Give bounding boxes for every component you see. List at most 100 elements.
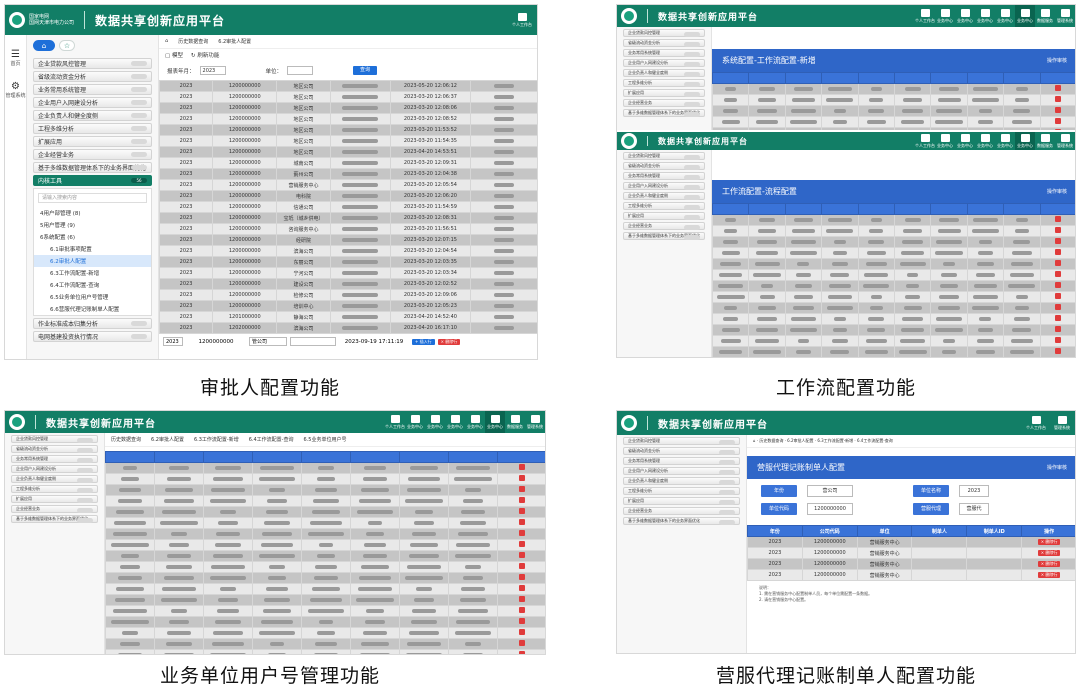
sidebar-item[interactable]: 工程多维分析 — [623, 487, 740, 495]
table-row[interactable]: 2023 1200000000 地区公司 2023-03-20 12:08:06 — [159, 102, 537, 114]
crumb[interactable]: 历史数据查询 — [111, 436, 141, 443]
table-row[interactable] — [712, 116, 1075, 128]
last-row-approver[interactable] — [290, 337, 336, 346]
sidebar-item[interactable]: 企业经营业务 — [623, 222, 705, 230]
sidebar-item[interactable]: 企业贷款风控管理 — [33, 58, 152, 69]
top-nav-button[interactable]: 管理系统 — [525, 411, 545, 433]
sidebar-item-core-tools[interactable]: 内核工具 56 — [33, 175, 152, 186]
table-row[interactable]: 2023 1200000000 营销服务中心 2023-03-20 12:05:54 — [159, 179, 537, 191]
table-row[interactable] — [105, 517, 545, 529]
top-nav-button[interactable]: 个人工作台 — [915, 5, 935, 27]
unit-input[interactable]: 营公司 — [807, 485, 853, 497]
delete-row-button[interactable] — [1055, 260, 1062, 266]
table-row[interactable] — [105, 649, 545, 654]
zone-input[interactable]: 营服代 — [959, 503, 989, 515]
table-row[interactable] — [105, 594, 545, 606]
home-icon[interactable]: ⌂ — [165, 38, 168, 45]
sidebar-item[interactable]: 省级流动资金分析 — [623, 447, 740, 455]
tab-home[interactable]: ⌂ — [33, 40, 55, 51]
table-row[interactable] — [712, 127, 1075, 130]
delete-row-button[interactable] — [1055, 348, 1062, 354]
delete-row-button[interactable] — [1055, 238, 1062, 244]
delete-row-button[interactable] — [1055, 85, 1062, 91]
sidebar-item[interactable]: 业务常用系统管理 — [33, 84, 152, 95]
table-row[interactable] — [105, 583, 545, 595]
table-row[interactable]: 2023 1200000000 宁河公司 2023-03-20 12:03:34 — [159, 267, 537, 279]
delete-row-button[interactable] — [519, 464, 525, 470]
table-row[interactable]: 2023 1200000000 建设公司 2023-03-20 12:02:52 — [159, 278, 537, 290]
table-row[interactable]: 2023 1200000000 滨海公司 2023-03-20 12:04:54 — [159, 245, 537, 257]
table-row[interactable]: 2023 1200000000 信通公司 2023-03-20 11:54:59 — [159, 201, 537, 213]
delete-row-button[interactable]: × 删除行 — [1037, 561, 1061, 567]
tree-leaf[interactable]: 6.2审批人配置 — [34, 255, 151, 267]
delete-row-button[interactable] — [1055, 293, 1062, 299]
table-row[interactable] — [105, 550, 545, 562]
top-nav-button[interactable]: 管理系统 — [1055, 5, 1075, 27]
sidebar-item[interactable]: 企业贷款风控管理 — [11, 435, 98, 443]
sidebar-item[interactable]: 作业标准成本归集分析 — [33, 318, 152, 329]
delete-row-button[interactable] — [1055, 227, 1062, 233]
top-nav-button[interactable]: 业务中心 — [485, 411, 505, 433]
top-nav-button[interactable]: 业务中心 — [445, 411, 465, 433]
table-row[interactable] — [712, 335, 1075, 347]
top-nav-button[interactable]: 业务中心 — [465, 411, 485, 433]
table-row[interactable] — [712, 258, 1075, 270]
sidebar-item[interactable]: 扩展应用 — [33, 136, 152, 147]
sidebar-item[interactable]: 企业负责人和健全度侧 — [33, 110, 152, 121]
code-input[interactable]: 1200000000 — [807, 503, 853, 515]
table-row[interactable]: 2023 1200000000 地区公司 2023-03-20 11:53:52 — [159, 124, 537, 136]
table-row[interactable] — [105, 462, 545, 474]
delete-row-button[interactable] — [1055, 326, 1062, 332]
top-nav-button[interactable]: 业务中心 — [975, 132, 995, 150]
table-row[interactable] — [712, 302, 1075, 314]
last-row-unit[interactable]: 管公司 — [249, 337, 287, 346]
sidebar-item[interactable]: 企业负责人和健全度侧 — [11, 475, 98, 483]
last-row-year[interactable]: 2023 — [163, 337, 183, 346]
delete-row-button[interactable]: × 删除行 — [1037, 539, 1061, 545]
table-row[interactable] — [105, 638, 545, 650]
delete-row-button[interactable] — [519, 475, 525, 481]
delete-row-button[interactable] — [1055, 216, 1062, 222]
rail-home[interactable]: ☰ 首页 — [10, 49, 20, 67]
crumb-approver[interactable]: 6.2审批人配置 — [218, 38, 251, 45]
sidebar-item[interactable]: 省级流动资金分析 — [11, 445, 98, 453]
table-row[interactable]: 2023 1200000000 地区公司 2023-03-20 12:08:52 — [159, 113, 537, 125]
sidebar-item[interactable]: 基于多维数据管理体系下的业务界面优化 — [11, 515, 98, 523]
top-nav-button[interactable]: 业务中心 — [1015, 132, 1035, 150]
table-row[interactable] — [712, 83, 1075, 95]
table-row[interactable] — [105, 616, 545, 628]
top-nav-button[interactable]: 个人工作台 — [915, 132, 935, 150]
delete-row-button[interactable] — [1055, 96, 1062, 102]
sidebar-item[interactable]: 基于多维数据管理体系下的业务界面优化 — [623, 109, 705, 117]
sidebar-item[interactable]: 企业负责人和健全度侧 — [623, 477, 740, 485]
unit-select[interactable] — [287, 66, 314, 75]
crumb[interactable]: 6.3工作流配置-新增 — [194, 436, 239, 443]
table-row[interactable] — [105, 528, 545, 540]
table-row[interactable]: 2023 1200000000 咨询服务中心 2023-03-20 11:56:51 — [159, 223, 537, 235]
sidebar-item[interactable]: 省级流动资金分析 — [33, 71, 152, 82]
user-center-button[interactable]: 个人工作台 — [507, 5, 537, 35]
sidebar-item[interactable]: 扩展应用 — [623, 212, 705, 220]
table-row[interactable] — [105, 572, 545, 584]
sidebar-item[interactable]: 企业用户入网建设分析 — [33, 97, 152, 108]
delete-row-button[interactable] — [519, 585, 525, 591]
table-row[interactable]: 2023 1200000000 营销服务中心 × 删除行 — [747, 558, 1075, 570]
top-nav-button[interactable]: 个人工作台 — [385, 411, 405, 433]
delete-row-button[interactable] — [1055, 118, 1062, 124]
sidebar-item[interactable]: 工程多维分析 — [623, 79, 705, 87]
tab-favorites[interactable]: ☆ — [59, 40, 75, 51]
table-row[interactable]: 2023 1200000000 电科院 2023-03-20 12:06:20 — [159, 190, 537, 202]
sidebar-item[interactable]: 企业经营业务 — [623, 507, 740, 515]
year-select[interactable]: 2023 — [959, 485, 989, 497]
table-row[interactable]: 2023 1200000000 地区公司 2023-03-20 12:06:37 — [159, 91, 537, 103]
crumb[interactable]: 6.5业务单位用户号 — [304, 436, 347, 443]
delete-row-button[interactable] — [1055, 315, 1062, 321]
sidebar-item[interactable]: 扩展应用 — [11, 495, 98, 503]
table-row[interactable] — [105, 484, 545, 496]
top-nav-button[interactable]: 业务中心 — [1015, 5, 1035, 27]
table-row[interactable]: 2023 1200000000 地区公司 2023-03-20 11:54:35 — [159, 135, 537, 147]
table-row[interactable] — [105, 495, 545, 507]
tree-leaf[interactable]: 6.6营服代理记账制单人配置 — [34, 303, 151, 315]
tree-node[interactable]: 6系统配置 (6) — [34, 231, 151, 243]
delete-row-button[interactable] — [519, 596, 525, 602]
